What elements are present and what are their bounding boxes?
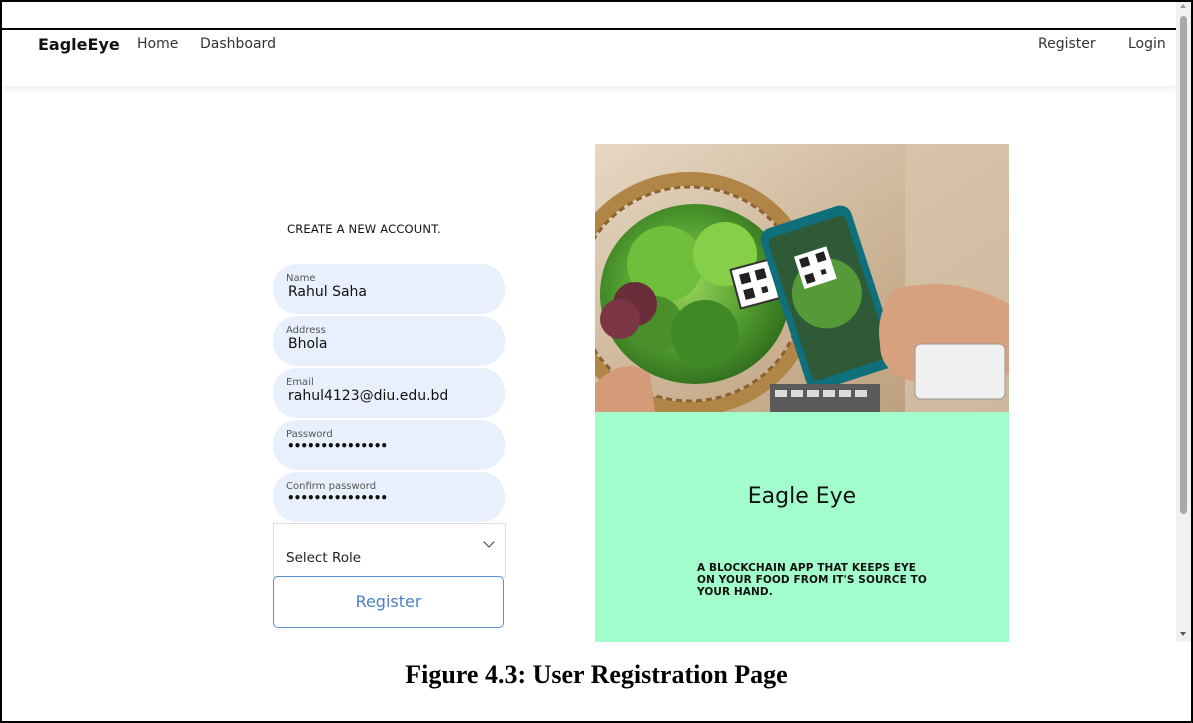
nav-home-link[interactable]: Home	[137, 36, 178, 52]
address-value: Bhola	[288, 336, 328, 352]
chevron-down-icon	[483, 536, 495, 548]
role-select[interactable]: Select Role	[273, 523, 506, 577]
nav-register-link[interactable]: Register	[1038, 36, 1096, 52]
hero-image	[595, 144, 1009, 412]
name-field[interactable]: Name Rahul Saha	[273, 264, 505, 314]
register-button[interactable]: Register	[273, 576, 504, 628]
navbar: EagleEye Home Dashboard Register Login	[2, 30, 1176, 86]
promo-panel: Eagle Eye A BLOCKCHAIN APP THAT KEEPS EY…	[595, 412, 1009, 642]
role-select-value: Select Role	[286, 550, 362, 566]
figure-caption: Figure 4.3: User Registration Page	[405, 660, 788, 689]
email-label: Email	[286, 377, 314, 388]
qr-scan-food-illustration	[595, 144, 1009, 412]
password-field[interactable]: Password •••••••••••••••	[273, 420, 505, 470]
name-value: Rahul Saha	[288, 284, 368, 300]
confirm-password-field[interactable]: Confirm password •••••••••••••••	[273, 472, 505, 522]
scroll-up-arrow-icon[interactable]	[1180, 4, 1186, 8]
name-label: Name	[286, 273, 316, 284]
confirm-password-value: •••••••••••••••	[287, 491, 388, 505]
email-value: rahul4123@diu.edu.bd	[288, 388, 449, 404]
email-field[interactable]: Email rahul4123@diu.edu.bd	[273, 368, 505, 418]
scroll-thumb[interactable]	[1180, 16, 1187, 514]
app-screenshot: EagleEye Home Dashboard Register Login C…	[2, 2, 1176, 642]
form-title: CREATE A NEW ACCOUNT.	[287, 222, 441, 236]
nav-dashboard-link[interactable]: Dashboard	[200, 36, 276, 52]
promo-tagline: A BLOCKCHAIN APP THAT KEEPS EYE ON YOUR …	[697, 562, 927, 598]
scroll-down-arrow-icon[interactable]	[1180, 632, 1186, 636]
promo-title: Eagle Eye	[747, 484, 857, 509]
nav-login-link[interactable]: Login	[1128, 36, 1166, 52]
address-field[interactable]: Address Bhola	[273, 316, 505, 366]
address-label: Address	[286, 325, 326, 336]
brand-logo[interactable]: EagleEye	[38, 35, 120, 54]
vertical-scrollbar[interactable]	[1176, 2, 1191, 642]
password-value: •••••••••••••••	[287, 439, 388, 453]
